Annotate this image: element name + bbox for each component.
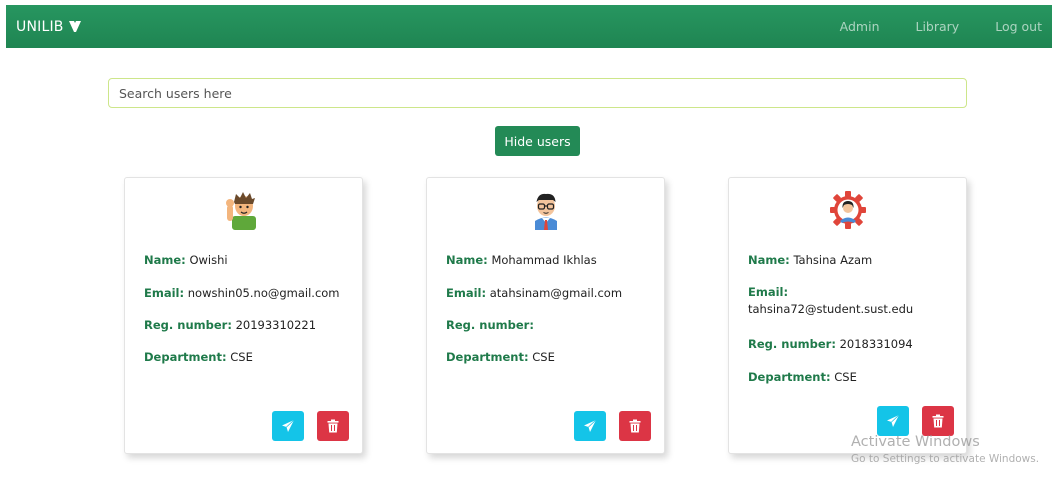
card-actions: [272, 411, 349, 441]
trash-icon: [629, 419, 641, 433]
watermark-title: Activate Windows: [851, 434, 980, 450]
send-message-button[interactable]: [272, 411, 304, 441]
user-name: Name: Tahsina Azam: [748, 253, 873, 267]
send-message-button[interactable]: [574, 411, 606, 441]
navbar: UNILIB Admin Library Log out: [6, 5, 1052, 48]
man-glasses-icon: [534, 193, 557, 230]
user-department: Department: CSE: [748, 370, 857, 384]
user-email: Email: nowshin05.no@gmail.com: [144, 286, 340, 300]
watermark-subtitle: Go to Settings to activate Windows.: [851, 453, 1040, 465]
activate-windows-watermark: Activate Windows Go to Settings to activ…: [851, 433, 1039, 467]
user-name: Name: Owishi: [144, 253, 228, 267]
user-reg-number: Reg. number: 20193310221: [144, 318, 317, 332]
user-card: Name: Tahsina Azam Email: tahsina72@stude…: [728, 177, 967, 454]
user-name: Name: Mohammad Ikhlas: [446, 253, 597, 267]
user-card: Name: Mohammad Ikhlas Email: atahsinam@g…: [426, 177, 665, 454]
user-email: Email: tahsina72@student.sust.edu: [748, 285, 914, 316]
nav-library-link[interactable]: Library: [916, 19, 960, 34]
boy-waving-icon: [225, 192, 256, 230]
nav-admin-link[interactable]: Admin: [840, 19, 880, 34]
user-department: Department: CSE: [144, 350, 253, 364]
paper-plane-icon: [282, 419, 295, 432]
woman-gear-icon: [829, 191, 866, 229]
card-actions: [877, 406, 954, 436]
brand[interactable]: UNILIB: [16, 19, 82, 35]
nav-links: Admin Library Log out: [804, 19, 1042, 34]
paper-plane-icon: [584, 419, 597, 432]
search-users-input[interactable]: [108, 78, 967, 108]
user-email: Email: atahsinam@gmail.com: [446, 286, 623, 300]
trash-icon: [327, 419, 339, 433]
delete-user-button[interactable]: [619, 411, 651, 441]
brand-logo-icon: [68, 21, 81, 32]
trash-icon: [932, 414, 944, 428]
hide-users-button[interactable]: Hide users: [495, 126, 580, 156]
user-department: Department: CSE: [446, 350, 555, 364]
user-card: Name: Owishi Email: nowshin05.no@gmail.c…: [124, 177, 363, 454]
card-actions: [574, 411, 651, 441]
delete-user-button[interactable]: [317, 411, 349, 441]
nav-logout-link[interactable]: Log out: [995, 19, 1042, 34]
user-reg-number: Reg. number: 2018331094: [748, 337, 913, 351]
delete-user-button[interactable]: [922, 406, 954, 436]
paper-plane-icon: [887, 414, 900, 427]
send-message-button[interactable]: [877, 406, 909, 436]
brand-name: UNILIB: [16, 18, 64, 35]
user-reg-number: Reg. number:: [446, 318, 534, 332]
